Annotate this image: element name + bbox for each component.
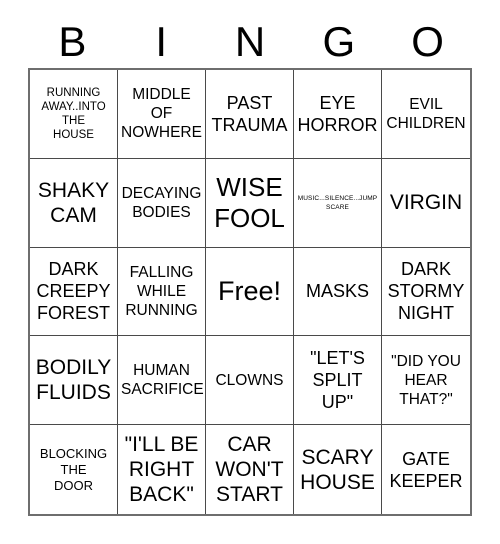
bingo-square-label: GATE KEEPER: [389, 448, 463, 491]
bingo-square-label: MIDDLE OF NOWHERE: [121, 86, 202, 142]
bingo-square-label: DARK CREEPY FOREST: [36, 259, 111, 324]
bingo-square-label: FALLING WHILE RUNNING: [125, 263, 198, 319]
bingo-square[interactable]: DARK CREEPY FOREST: [30, 247, 118, 337]
bingo-square[interactable]: HUMAN SACRIFICE: [118, 336, 206, 426]
bingo-square-label: MUSIC...SILENCE...JUMP SCARE: [297, 194, 378, 211]
bingo-card: B I N G O RUNNING AWAY..INTO THE HOUSE MI…: [0, 0, 500, 544]
bingo-header-letter-o: O: [411, 18, 444, 65]
bingo-header-letter-g: G: [322, 18, 356, 65]
bingo-square-label: VIRGIN: [389, 191, 463, 215]
bingo-square-label: MASKS: [305, 281, 370, 302]
bingo-square[interactable]: EYE HORROR: [294, 70, 382, 159]
bingo-square-label: DECAYING BODIES: [121, 184, 202, 221]
bingo-header-letter-b: B: [58, 18, 87, 65]
bingo-square[interactable]: MIDDLE OF NOWHERE: [118, 70, 206, 159]
bingo-square[interactable]: DECAYING BODIES: [118, 158, 206, 248]
bingo-square[interactable]: EVIL CHILDREN: [382, 70, 470, 159]
bingo-square[interactable]: "I'LL BE RIGHT BACK": [118, 425, 206, 514]
bingo-square-label: PAST TRAUMA: [211, 92, 288, 135]
bingo-square[interactable]: MASKS: [294, 247, 382, 337]
bingo-square[interactable]: FALLING WHILE RUNNING: [118, 247, 206, 337]
bingo-square-label: SHAKY CAM: [37, 178, 110, 227]
bingo-square[interactable]: SCARY HOUSE: [294, 425, 382, 514]
bingo-square-label: "LET'S SPLIT UP": [310, 348, 365, 413]
bingo-square-label: CAR WON'T START: [215, 433, 284, 507]
bingo-square[interactable]: VIRGIN: [382, 158, 470, 248]
bingo-header-row: B I N G O: [28, 16, 472, 68]
bingo-square[interactable]: BLOCKING THE DOOR: [30, 425, 118, 514]
bingo-square[interactable]: WISE FOOL: [206, 158, 294, 248]
bingo-grid: RUNNING AWAY..INTO THE HOUSE MIDDLE OF NO…: [28, 68, 472, 516]
bingo-square-label: RUNNING AWAY..INTO THE HOUSE: [41, 86, 106, 141]
bingo-free-space[interactable]: Free!: [206, 247, 294, 337]
bingo-header-letter-n: N: [234, 18, 266, 65]
bingo-square[interactable]: CAR WON'T START: [206, 425, 294, 514]
bingo-square[interactable]: MUSIC...SILENCE...JUMP SCARE: [294, 158, 382, 248]
bingo-square-label: Free!: [217, 276, 282, 307]
bingo-square[interactable]: DARK STORMY NIGHT: [382, 247, 470, 337]
bingo-square[interactable]: RUNNING AWAY..INTO THE HOUSE: [30, 70, 118, 159]
bingo-square-label: CLOWNS: [215, 371, 284, 389]
bingo-square[interactable]: CLOWNS: [206, 336, 294, 426]
bingo-square[interactable]: PAST TRAUMA: [206, 70, 294, 159]
bingo-square[interactable]: "DID YOU HEAR THAT?": [382, 336, 470, 426]
bingo-square-label: SCARY HOUSE: [300, 445, 375, 494]
bingo-square-label: EYE HORROR: [297, 92, 378, 135]
bingo-square-label: "I'LL BE RIGHT BACK": [124, 433, 199, 507]
bingo-square[interactable]: BODILY FLUIDS: [30, 336, 118, 426]
bingo-square-label: BODILY FLUIDS: [35, 356, 112, 405]
bingo-square-label: DARK STORMY NIGHT: [387, 259, 465, 324]
bingo-square[interactable]: SHAKY CAM: [30, 158, 118, 248]
bingo-square-label: "DID YOU HEAR THAT?": [391, 352, 461, 408]
bingo-header-letter-i: I: [155, 18, 168, 65]
bingo-square[interactable]: "LET'S SPLIT UP": [294, 336, 382, 426]
bingo-square[interactable]: GATE KEEPER: [382, 425, 470, 514]
bingo-square-label: HUMAN SACRIFICE: [121, 362, 204, 399]
bingo-square-label: BLOCKING THE DOOR: [39, 445, 108, 493]
bingo-square-label: EVIL CHILDREN: [386, 95, 466, 132]
bingo-square-label: WISE FOOL: [214, 171, 285, 233]
